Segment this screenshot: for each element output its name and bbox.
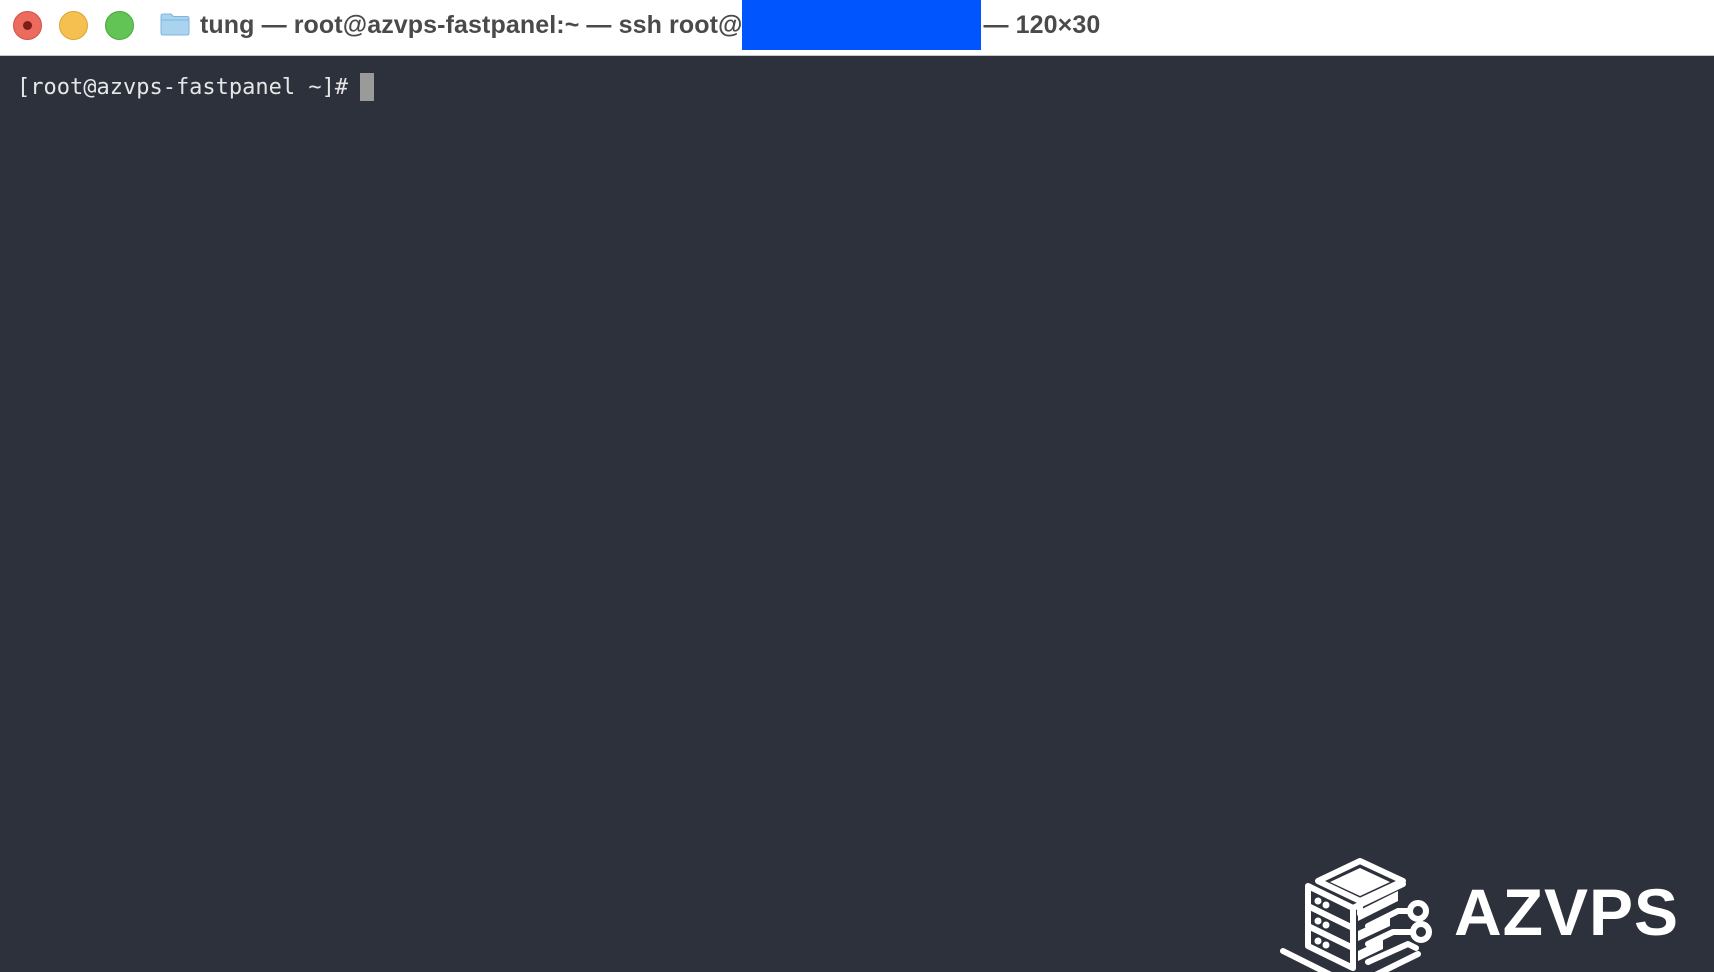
text-cursor <box>360 73 375 101</box>
prompt-line: [root@azvps-fastpanel ~]# <box>17 73 375 101</box>
redacted-host <box>742 0 982 50</box>
folder-icon <box>160 13 190 36</box>
server-stack-icon <box>1280 858 1432 972</box>
title-bar[interactable]: tung — root@azvps-fastpanel:~ — ssh root… <box>0 0 1714 56</box>
minimize-button[interactable] <box>59 11 88 40</box>
close-dot-icon <box>23 21 32 30</box>
title-suffix: — 120×30 <box>983 10 1101 39</box>
terminal-window: tung — root@azvps-fastpanel:~ — ssh root… <box>0 0 1714 972</box>
zoom-button[interactable] <box>105 11 134 40</box>
logo-text: AZVPS <box>1454 875 1680 949</box>
window-title: tung — root@azvps-fastpanel:~ — ssh root… <box>160 0 1100 50</box>
close-button[interactable] <box>13 11 42 40</box>
azvps-watermark: AZVPS <box>1278 856 1678 972</box>
shell-prompt: [root@azvps-fastpanel ~]# <box>17 74 349 100</box>
terminal-area[interactable]: [root@azvps-fastpanel ~]# AZVPS <box>0 56 1714 972</box>
title-prefix: tung — root@azvps-fastpanel:~ — ssh root… <box>200 10 743 39</box>
